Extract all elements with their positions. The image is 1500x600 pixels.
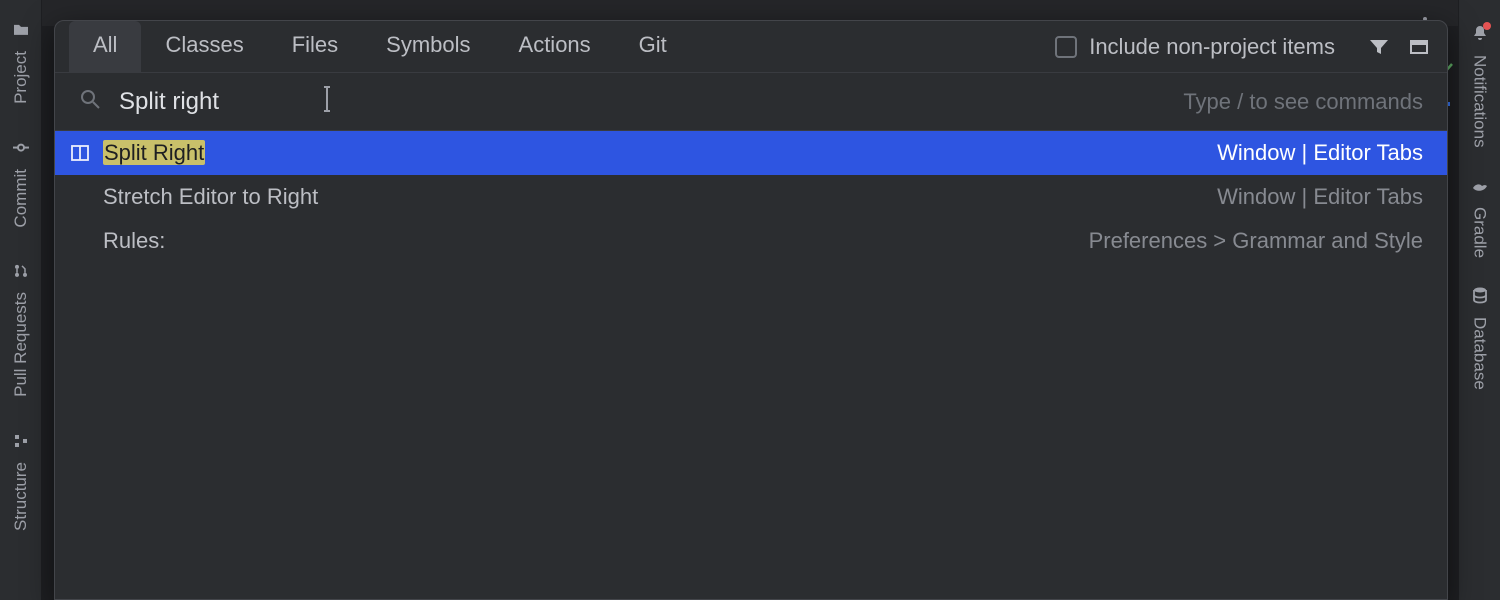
result-row[interactable]: Split Right Window | Editor Tabs <box>55 131 1447 175</box>
tool-window-gradle[interactable]: Gradle <box>1470 176 1490 258</box>
tool-label: Notifications <box>1470 55 1490 148</box>
tool-label: Pull Requests <box>11 292 31 397</box>
tool-window-structure[interactable]: Structure <box>11 433 31 531</box>
database-icon <box>1471 286 1489 309</box>
tab-label: Files <box>292 32 338 58</box>
tab-label: Actions <box>519 32 591 58</box>
app-root: Project Commit Pull Requests Structure <box>0 0 1500 600</box>
text-cursor-icon <box>319 84 337 119</box>
blank-icon <box>67 228 93 254</box>
search-input-row[interactable]: Split right Type / to see commands <box>55 73 1447 131</box>
result-row[interactable]: Stretch Editor to Right Window | Editor … <box>55 175 1447 219</box>
search-everywhere-popup: All Classes Files Symbols Actions Git In… <box>54 20 1448 600</box>
include-non-project-checkbox[interactable]: Include non-project items <box>1055 34 1335 60</box>
tool-window-project[interactable]: Project <box>11 22 31 104</box>
bell-icon <box>1471 24 1489 47</box>
result-label: Stretch Editor to Right <box>103 184 318 210</box>
tool-label: Structure <box>11 462 31 531</box>
search-tabs: All Classes Files Symbols Actions Git In… <box>55 21 1447 73</box>
tool-window-pull-requests[interactable]: Pull Requests <box>11 263 31 397</box>
result-path: Window | Editor Tabs <box>1217 140 1423 166</box>
tool-label: Database <box>1470 317 1490 390</box>
commit-icon <box>13 140 29 161</box>
checkbox-label: Include non-project items <box>1089 34 1335 60</box>
checkbox-icon <box>1055 36 1077 58</box>
tab-label: All <box>93 32 117 58</box>
notification-dot-icon <box>1483 22 1491 30</box>
split-right-icon <box>67 140 93 166</box>
result-label: Split Right <box>103 140 205 166</box>
filter-icon[interactable] <box>1365 33 1393 61</box>
tab-files[interactable]: Files <box>268 21 362 72</box>
pull-request-icon <box>13 263 29 284</box>
search-icon <box>79 88 101 115</box>
result-path: Preferences > Grammar and Style <box>1089 228 1423 254</box>
left-tool-rail: Project Commit Pull Requests Structure <box>0 0 42 600</box>
tab-label: Classes <box>165 32 243 58</box>
result-label: Rules: <box>103 228 165 254</box>
open-in-window-icon[interactable] <box>1405 33 1433 61</box>
tab-classes[interactable]: Classes <box>141 21 267 72</box>
tool-window-notifications[interactable]: Notifications <box>1470 24 1490 148</box>
search-hint: Type / to see commands <box>1183 89 1423 115</box>
tab-symbols[interactable]: Symbols <box>362 21 494 72</box>
folder-icon <box>13 22 29 43</box>
structure-icon <box>13 433 29 454</box>
tab-git[interactable]: Git <box>615 21 691 72</box>
result-row[interactable]: Rules: Preferences > Grammar and Style <box>55 219 1447 263</box>
blank-icon <box>67 184 93 210</box>
gradle-icon <box>1471 176 1489 199</box>
tool-label: Gradle <box>1470 207 1490 258</box>
search-input[interactable]: Split right <box>119 88 219 116</box>
result-path: Window | Editor Tabs <box>1217 184 1423 210</box>
tab-all[interactable]: All <box>69 21 141 72</box>
tool-window-database[interactable]: Database <box>1470 286 1490 390</box>
tool-window-commit[interactable]: Commit <box>11 140 31 228</box>
tool-label: Commit <box>11 169 31 228</box>
editor-area: All Classes Files Symbols Actions Git In… <box>42 0 1458 600</box>
tool-label: Project <box>11 51 31 104</box>
tab-label: Symbols <box>386 32 470 58</box>
tab-actions[interactable]: Actions <box>495 21 615 72</box>
search-results: Split Right Window | Editor Tabs Stretch… <box>55 131 1447 599</box>
tab-label: Git <box>639 32 667 58</box>
right-tool-rail: Notifications Gradle Database <box>1458 0 1500 600</box>
